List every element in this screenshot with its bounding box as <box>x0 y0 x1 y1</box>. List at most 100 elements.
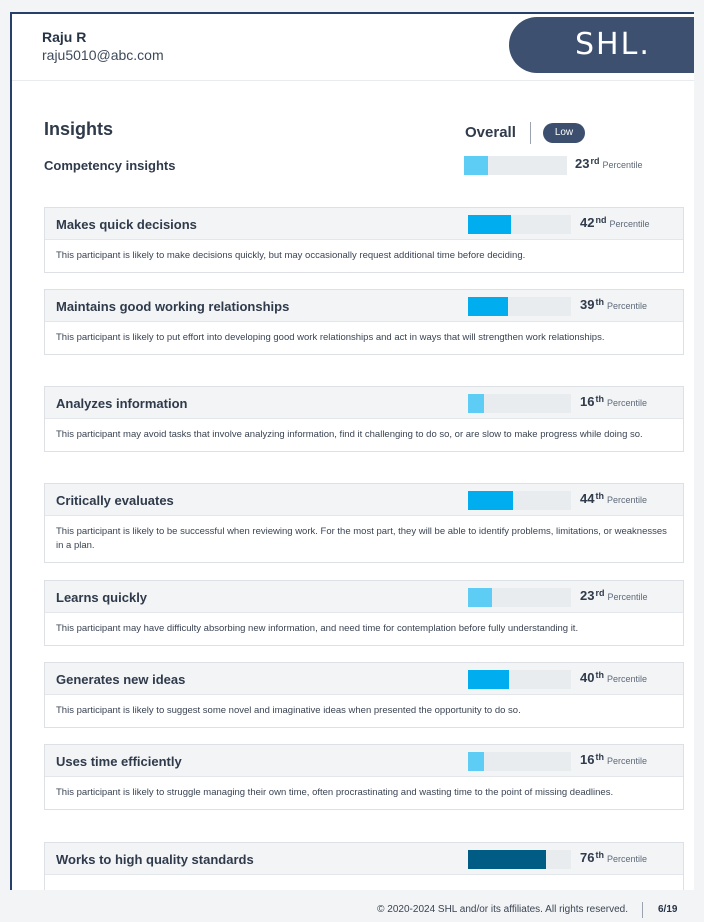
header-divider <box>12 80 694 81</box>
card-percentile: 40th Percentile <box>580 670 647 685</box>
card-title: Learns quickly <box>56 590 148 605</box>
percentile-suffix: nd <box>595 215 607 225</box>
card-title: Critically evaluates <box>56 493 174 508</box>
card-description: This participant may have difficulty abs… <box>56 623 579 634</box>
page-number: 6/19 <box>658 904 678 915</box>
card-percentile-fill <box>468 670 510 689</box>
competency-percentile-bar <box>464 156 567 175</box>
percentile-suffix: th <box>595 752 604 762</box>
percentile-unit: Percentile <box>606 301 647 311</box>
card-header: Critically evaluates 44th Percentile <box>45 484 683 516</box>
card-header: Generates new ideas 40th Percentile <box>45 663 683 695</box>
card-percentile-fill <box>468 588 492 607</box>
card-description: This participant may avoid tasks that in… <box>56 429 643 440</box>
card-percentile: 44th Percentile <box>580 491 647 506</box>
card-percentile-fill <box>468 491 514 510</box>
percentile-unit: Percentile <box>606 854 647 864</box>
card-description: This participant is likely to put effort… <box>56 332 605 343</box>
competency-card: Critically evaluates 44th Percentile This… <box>44 483 684 563</box>
user-info: Raju R raju5010@abc.com <box>42 28 164 64</box>
card-percentile-bar <box>468 850 571 869</box>
card-header: Maintains good working relationships 39t… <box>45 290 683 322</box>
card-percentile: 23rd Percentile <box>580 588 648 603</box>
percentile-suffix: th <box>595 670 604 680</box>
user-email: raju5010@abc.com <box>42 47 164 63</box>
competency-card: Maintains good working relationships 39t… <box>44 289 684 355</box>
percentile-unit: Percentile <box>606 756 647 766</box>
card-title: Generates new ideas <box>56 672 186 687</box>
card-title: Maintains good working relationships <box>56 299 290 314</box>
percentile-unit: Percentile <box>606 495 647 505</box>
card-percentile-bar <box>468 215 571 234</box>
competency-card: Makes quick decisions 42nd Percentile Thi… <box>44 207 684 273</box>
percentile-value: 23 <box>580 588 595 603</box>
user-name: Raju R <box>42 29 87 45</box>
percentile-suffix: th <box>595 850 604 860</box>
insights-title: Insights <box>44 119 114 139</box>
card-percentile: 16th Percentile <box>580 752 647 767</box>
card-percentile-bar <box>468 670 571 689</box>
card-header: Uses time efficiently 16th Percentile <box>45 745 683 777</box>
percentile-value: 44 <box>580 491 595 506</box>
page-footer: © 2020-2024 SHL and/or its affiliates. A… <box>0 900 704 922</box>
percentile-suffix: th <box>595 297 604 307</box>
percentile-unit: Percentile <box>609 219 650 229</box>
card-description <box>45 875 683 890</box>
card-description: This participant is likely to suggest so… <box>56 705 521 716</box>
card-header: Works to high quality standards 76th Perc… <box>45 843 683 875</box>
percentile-value: 42 <box>580 215 595 230</box>
percentile-value: 40 <box>580 670 595 685</box>
percentile-unit: Percentile <box>602 160 643 170</box>
card-percentile: 16th Percentile <box>580 394 647 409</box>
card-description: This participant is likely to struggle m… <box>56 787 614 798</box>
footer-separator <box>642 902 643 918</box>
card-percentile-bar <box>468 394 571 413</box>
card-percentile: 39th Percentile <box>580 297 647 312</box>
competency-card: Learns quickly 23rd Percentile This parti… <box>44 580 684 646</box>
overall-separator <box>530 122 531 144</box>
card-percentile: 76th Percentile <box>580 850 647 865</box>
card-percentile-bar <box>468 491 571 510</box>
card-percentile-bar <box>468 588 571 607</box>
competency-insights-title: Competency insights <box>44 158 176 173</box>
percentile-suffix: rd <box>590 156 600 166</box>
competency-card: Generates new ideas 40th Percentile This … <box>44 662 684 728</box>
percentile-value: 76 <box>580 850 595 865</box>
card-percentile-fill <box>468 297 509 316</box>
card-title: Uses time efficiently <box>56 754 182 769</box>
percentile-value: 23 <box>575 156 590 171</box>
percentile-suffix: th <box>595 491 604 501</box>
percentile-unit: Percentile <box>607 592 648 602</box>
card-percentile-fill <box>468 850 547 869</box>
shl-logo: SHL. <box>509 17 694 73</box>
card-title: Works to high quality standards <box>56 852 254 867</box>
card-percentile-fill <box>468 394 485 413</box>
overall-level-badge: Low <box>543 123 585 143</box>
card-header: Makes quick decisions 42nd Percentile <box>45 208 683 240</box>
copyright-text: © 2020-2024 SHL and/or its affiliates. A… <box>377 904 628 915</box>
percentile-value: 39 <box>580 297 595 312</box>
competency-card: Uses time efficiently 16th Percentile Thi… <box>44 744 684 810</box>
card-description: This participant is likely to be success… <box>56 526 667 551</box>
competency-card: Analyzes information 16th Percentile This… <box>44 386 684 452</box>
competency-card: Works to high quality standards 76th Perc… <box>44 842 684 890</box>
report-page: Raju R raju5010@abc.com SHL. Insights Ov… <box>10 12 694 890</box>
competency-percentile-fill <box>464 156 488 175</box>
card-percentile-fill <box>468 752 485 771</box>
percentile-unit: Percentile <box>606 398 647 408</box>
overall-label: Overall <box>465 124 516 141</box>
card-percentile-fill <box>468 215 512 234</box>
card-title: Analyzes information <box>56 396 188 411</box>
percentile-suffix: rd <box>595 588 605 598</box>
percentile-suffix: th <box>595 394 604 404</box>
card-percentile-bar <box>468 297 571 316</box>
card-percentile: 42nd Percentile <box>580 215 650 230</box>
competency-percentile: 23rd Percentile <box>575 156 643 171</box>
card-percentile-bar <box>468 752 571 771</box>
percentile-value: 16 <box>580 752 595 767</box>
percentile-unit: Percentile <box>606 674 647 684</box>
card-header: Learns quickly 23rd Percentile <box>45 581 683 613</box>
card-title: Makes quick decisions <box>56 217 197 232</box>
card-header: Analyzes information 16th Percentile <box>45 387 683 419</box>
percentile-value: 16 <box>580 394 595 409</box>
